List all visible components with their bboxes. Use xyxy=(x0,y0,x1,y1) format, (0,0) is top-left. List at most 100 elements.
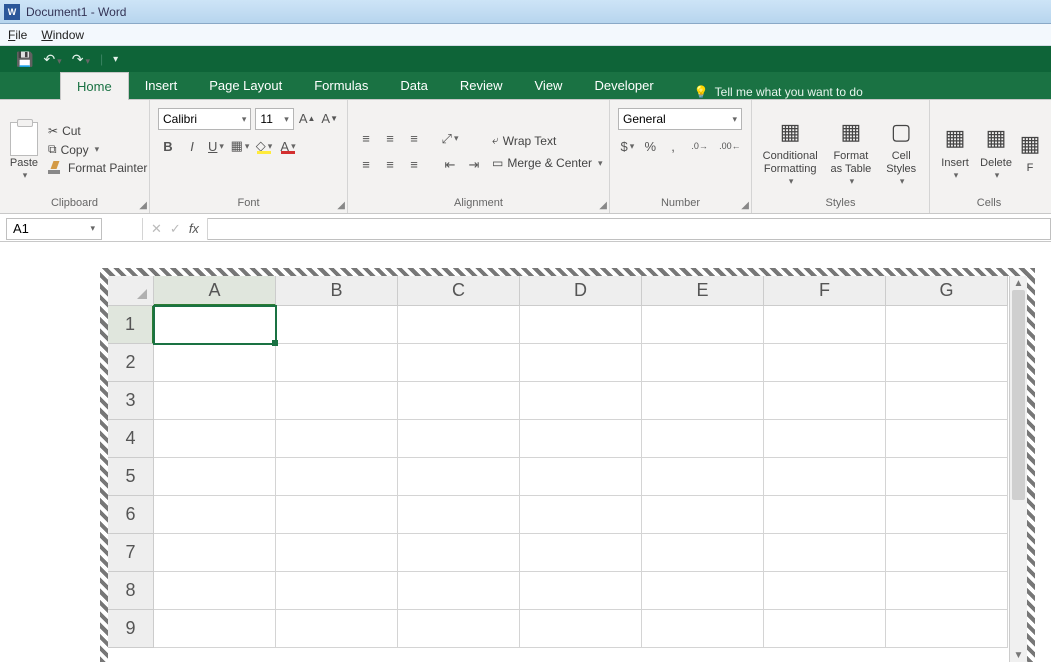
cell-G3[interactable] xyxy=(886,382,1008,420)
cell-G2[interactable] xyxy=(886,344,1008,382)
dialog-launcher-icon[interactable]: ◢ xyxy=(599,200,607,211)
tab-formulas[interactable]: Formulas xyxy=(298,72,384,99)
cell-F1[interactable] xyxy=(764,306,886,344)
underline-button[interactable]: U▾ xyxy=(206,136,226,156)
col-header-e[interactable]: E xyxy=(642,276,764,306)
dialog-launcher-icon[interactable]: ◢ xyxy=(337,200,345,211)
tab-page-layout[interactable]: Page Layout xyxy=(193,72,298,99)
increase-font-icon[interactable]: A▲ xyxy=(298,108,317,128)
cell-G5[interactable] xyxy=(886,458,1008,496)
cell-D3[interactable] xyxy=(520,382,642,420)
cell-C7[interactable] xyxy=(398,534,520,572)
cell-styles-button[interactable]: ▢ Cell Styles▾ xyxy=(881,104,921,195)
cell-A9[interactable] xyxy=(154,610,276,648)
copy-button[interactable]: ⧉Copy▾ xyxy=(46,141,149,158)
percent-button[interactable]: % xyxy=(641,136,660,156)
col-header-c[interactable]: C xyxy=(398,276,520,306)
row-header-3[interactable]: 3 xyxy=(108,382,154,420)
cell-G7[interactable] xyxy=(886,534,1008,572)
cell-G4[interactable] xyxy=(886,420,1008,458)
cell-C4[interactable] xyxy=(398,420,520,458)
col-header-g[interactable]: G xyxy=(886,276,1008,306)
tab-developer[interactable]: Developer xyxy=(578,72,669,99)
row-header-2[interactable]: 2 xyxy=(108,344,154,382)
name-box[interactable]: A1▾ xyxy=(6,218,102,240)
cell-A8[interactable] xyxy=(154,572,276,610)
format-as-table-button[interactable]: ▦ Format as Table▾ xyxy=(826,104,875,195)
border-button[interactable]: ▦▾ xyxy=(230,136,250,156)
scroll-down-arrow-icon[interactable]: ▼ xyxy=(1010,648,1027,662)
tab-view[interactable]: View xyxy=(519,72,579,99)
cell-D8[interactable] xyxy=(520,572,642,610)
scroll-thumb[interactable] xyxy=(1012,290,1025,500)
cell-A1[interactable] xyxy=(154,306,276,344)
decrease-font-icon[interactable]: A▼ xyxy=(320,108,339,128)
cell-E6[interactable] xyxy=(642,496,764,534)
cell-C5[interactable] xyxy=(398,458,520,496)
cell-D7[interactable] xyxy=(520,534,642,572)
row-header-5[interactable]: 5 xyxy=(108,458,154,496)
cell-D1[interactable] xyxy=(520,306,642,344)
paste-button[interactable]: Paste ▾ xyxy=(8,104,40,195)
tab-data[interactable]: Data xyxy=(384,72,443,99)
cell-E9[interactable] xyxy=(642,610,764,648)
row-header-1[interactable]: 1 xyxy=(108,306,154,344)
align-middle-icon[interactable]: ≡ xyxy=(380,129,400,149)
cell-C3[interactable] xyxy=(398,382,520,420)
col-header-f[interactable]: F xyxy=(764,276,886,306)
cell-B9[interactable] xyxy=(276,610,398,648)
cancel-formula-icon[interactable]: ✕ xyxy=(151,221,162,237)
dialog-launcher-icon[interactable]: ◢ xyxy=(139,200,147,211)
cell-C2[interactable] xyxy=(398,344,520,382)
align-left-icon[interactable]: ≡ xyxy=(356,155,376,175)
align-bottom-icon[interactable]: ≡ xyxy=(404,129,424,149)
row-header-4[interactable]: 4 xyxy=(108,420,154,458)
col-header-d[interactable]: D xyxy=(520,276,642,306)
tell-me[interactable]: 💡 Tell me what you want to do xyxy=(670,85,863,99)
cell-C9[interactable] xyxy=(398,610,520,648)
cell-F6[interactable] xyxy=(764,496,886,534)
insert-cells-button[interactable]: ▦ Insert▾ xyxy=(938,104,972,195)
row-header-9[interactable]: 9 xyxy=(108,610,154,648)
cell-A7[interactable] xyxy=(154,534,276,572)
cell-A6[interactable] xyxy=(154,496,276,534)
font-size-combo[interactable]: 11▾ xyxy=(255,108,293,130)
cell-E3[interactable] xyxy=(642,382,764,420)
cell-D2[interactable] xyxy=(520,344,642,382)
cell-A2[interactable] xyxy=(154,344,276,382)
cell-D5[interactable] xyxy=(520,458,642,496)
cell-F5[interactable] xyxy=(764,458,886,496)
cell-E4[interactable] xyxy=(642,420,764,458)
cell-B1[interactable] xyxy=(276,306,398,344)
cell-F4[interactable] xyxy=(764,420,886,458)
cell-E8[interactable] xyxy=(642,572,764,610)
merge-center-button[interactable]: ▭Merge & Center▾ xyxy=(490,155,605,171)
comma-button[interactable]: , xyxy=(664,136,683,156)
delete-cells-button[interactable]: ▦ Delete▾ xyxy=(978,104,1014,195)
cell-B5[interactable] xyxy=(276,458,398,496)
cell-D4[interactable] xyxy=(520,420,642,458)
decrease-indent-icon[interactable]: ⇤ xyxy=(440,155,460,175)
cell-A4[interactable] xyxy=(154,420,276,458)
font-name-combo[interactable]: Calibri▾ xyxy=(158,108,251,130)
cell-E5[interactable] xyxy=(642,458,764,496)
decrease-decimal-button[interactable]: .00← xyxy=(717,136,743,156)
orientation-icon[interactable]: ⤢▾ xyxy=(440,129,460,149)
select-all-corner[interactable] xyxy=(108,276,154,306)
col-header-a[interactable]: A xyxy=(154,276,276,306)
cell-F9[interactable] xyxy=(764,610,886,648)
format-cells-button[interactable]: ▦ F xyxy=(1020,104,1040,195)
row-header-7[interactable]: 7 xyxy=(108,534,154,572)
cell-A3[interactable] xyxy=(154,382,276,420)
cell-F2[interactable] xyxy=(764,344,886,382)
cell-A5[interactable] xyxy=(154,458,276,496)
cell-E7[interactable] xyxy=(642,534,764,572)
tab-insert[interactable]: Insert xyxy=(129,72,194,99)
cell-E2[interactable] xyxy=(642,344,764,382)
increase-decimal-button[interactable]: .0→ xyxy=(686,136,712,156)
bold-button[interactable]: B xyxy=(158,136,178,156)
cell-G8[interactable] xyxy=(886,572,1008,610)
row-header-8[interactable]: 8 xyxy=(108,572,154,610)
cell-F7[interactable] xyxy=(764,534,886,572)
cell-G1[interactable] xyxy=(886,306,1008,344)
